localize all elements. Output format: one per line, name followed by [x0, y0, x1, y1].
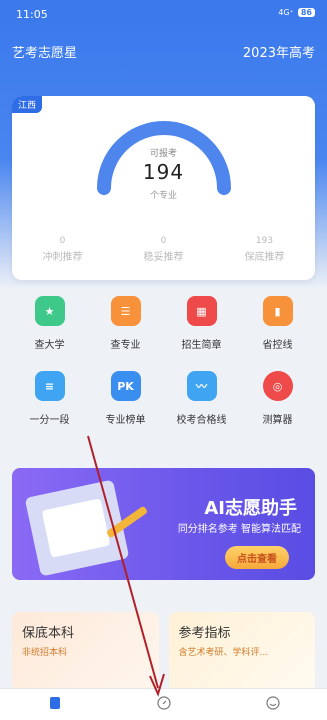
banner-subtitle: 同分排名参考 智能算法匹配 — [177, 524, 301, 535]
home-icon — [49, 697, 60, 709]
card-subtitle: 含艺术考研、学科评... — [178, 648, 269, 658]
menu-item-school[interactable]: ★ 查大学 — [12, 296, 87, 351]
menu-item-major-ranking[interactable]: PK 专业榜单 — [88, 371, 163, 426]
banner-title: AI志愿助手 — [204, 498, 297, 519]
menu-item-calculator[interactable]: ◎ 测算器 — [240, 371, 315, 426]
menu-label: 专业榜单 — [105, 415, 146, 426]
province-badge[interactable]: 江西 — [12, 96, 43, 113]
signal-indicator: 4G⁺ — [278, 8, 294, 17]
compass-icon — [156, 696, 171, 710]
menu-label: 校考合格线 — [176, 415, 227, 426]
card-subtitle: 非统招本科 — [22, 648, 68, 658]
gauge-unit: 个专业 — [149, 191, 177, 201]
smile-icon — [265, 696, 280, 710]
gauge-label: 可报考 — [149, 149, 177, 159]
tab-home[interactable] — [0, 689, 109, 720]
stat-safe[interactable]: 0 稳妥推荐 — [113, 236, 214, 263]
menu-label: 省控线 — [262, 340, 293, 351]
menu-item-major[interactable]: ☰ 查专业 — [88, 296, 163, 351]
trend-line-icon: 〰 — [186, 371, 217, 401]
card-title: 保底本科 — [22, 626, 75, 641]
card-backup-undergrad[interactable]: 保底本科 非统招本科 — [12, 612, 159, 692]
feature-grid: ★ 查大学 ☰ 查专业 ▦ 招生简章 ▮ 省控线 ≡ 一分一段 PK 专业榜单 … — [12, 296, 315, 446]
major-list-icon: ☰ — [110, 296, 141, 326]
menu-label: 查专业 — [110, 340, 141, 351]
stat-backup[interactable]: 193 保底推荐 — [214, 236, 315, 263]
bottom-tab-bar — [0, 688, 327, 720]
stat-label: 稳妥推荐 — [143, 252, 184, 263]
score-table-icon: ≡ — [34, 371, 65, 401]
school-book-icon: ★ — [34, 296, 65, 326]
tab-profile[interactable] — [218, 689, 327, 720]
app-title: 艺考志愿星 — [12, 46, 78, 61]
stat-sprint[interactable]: 0 冲刺推荐 — [12, 236, 113, 263]
exam-year-selector[interactable]: 2023年高考 — [243, 42, 315, 61]
banner-view-button[interactable]: 点击查看 — [225, 546, 289, 569]
stat-num: 0 — [160, 236, 167, 246]
pk-ranking-icon: PK — [110, 371, 141, 401]
stat-label: 保底推荐 — [244, 252, 285, 263]
stat-num: 0 — [59, 236, 66, 246]
status-bar: 11:05 4G⁺ 86 — [0, 0, 327, 28]
stat-num: 193 — [255, 236, 274, 246]
stat-label: 冲刺推荐 — [42, 252, 83, 263]
app-bar: 艺考志愿星 2023年高考 — [0, 36, 327, 66]
bar-chart-icon: ▮ — [262, 296, 293, 326]
card-reference-index[interactable]: 参考指标 含艺术考研、学科评... — [168, 612, 315, 692]
status-time: 11:05 — [16, 8, 48, 21]
menu-label: 招生简章 — [181, 340, 222, 351]
menu-item-school-exam-line[interactable]: 〰 校考合格线 — [164, 371, 239, 426]
recommend-stats: 0 冲刺推荐 0 稳妥推荐 193 保底推荐 — [12, 236, 315, 263]
target-icon: ◎ — [262, 371, 293, 401]
score-card[interactable]: 可报考 194 个专业 0 冲刺推荐 0 稳妥推荐 193 保底推荐 — [12, 96, 315, 280]
gauge-value: 194 — [142, 160, 185, 184]
menu-label: 一分一段 — [29, 415, 70, 426]
promo-cards: 保底本科 非统招本科 参考指标 含艺术考研、学科评... — [12, 612, 315, 692]
menu-label: 查大学 — [34, 340, 65, 351]
menu-item-control-line[interactable]: ▮ 省控线 — [240, 296, 315, 351]
battery-indicator: 86 — [297, 8, 315, 17]
brochure-icon: ▦ — [186, 296, 217, 326]
tab-explore[interactable] — [109, 689, 218, 720]
menu-item-brochure[interactable]: ▦ 招生简章 — [164, 296, 239, 351]
ai-assistant-banner[interactable]: AI志愿助手 同分排名参考 智能算法匹配 点击查看 — [12, 468, 315, 580]
menu-item-score-segment[interactable]: ≡ 一分一段 — [12, 371, 87, 426]
menu-label: 测算器 — [262, 415, 293, 426]
card-title: 参考指标 — [178, 626, 231, 641]
